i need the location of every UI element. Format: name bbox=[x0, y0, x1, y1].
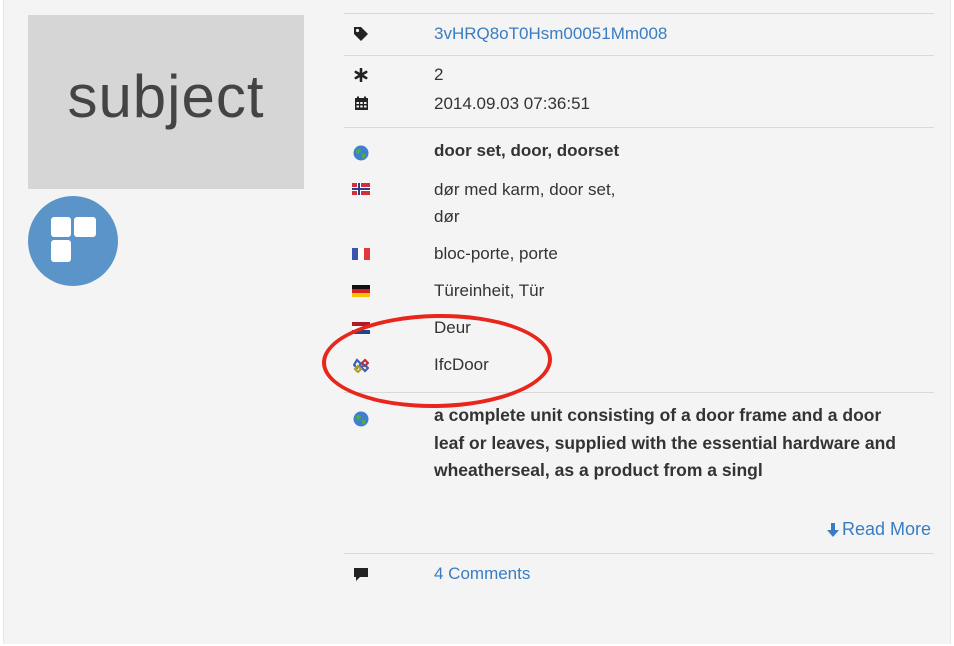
globe-icon bbox=[352, 145, 370, 161]
version-value: 2 bbox=[434, 65, 444, 84]
comment-icon bbox=[352, 566, 370, 582]
name-fr: bloc-porte, porte bbox=[434, 244, 558, 263]
subject-title: subject bbox=[67, 62, 265, 130]
read-more-label: Read More bbox=[841, 519, 931, 539]
divider bbox=[344, 13, 934, 14]
comments-link[interactable]: 4 Comments bbox=[434, 560, 530, 587]
divider bbox=[344, 553, 934, 554]
arrow-down-icon bbox=[826, 522, 839, 537]
name-de: Türeinheit, Tür bbox=[434, 281, 545, 300]
date-value: 2014.09.03 07:36:51 bbox=[434, 94, 590, 113]
name-no-line1: dør med karm, door set, bbox=[434, 180, 616, 199]
flag-france-icon bbox=[352, 246, 370, 262]
flag-norway-icon bbox=[352, 181, 370, 197]
read-more-link[interactable]: Read More bbox=[826, 519, 931, 540]
divider bbox=[344, 55, 934, 56]
concept-type-icon bbox=[28, 196, 118, 286]
tag-icon bbox=[352, 26, 370, 42]
flag-germany-icon bbox=[352, 283, 370, 299]
name-no-line2: dør bbox=[434, 207, 460, 226]
guid-link[interactable]: 3vHRQ8oT0Hsm00051Mm008 bbox=[434, 20, 667, 47]
globe-icon bbox=[352, 411, 370, 427]
subject-thumbnail: subject bbox=[28, 15, 304, 189]
divider bbox=[344, 127, 934, 128]
name-en: door set, door, doorset bbox=[434, 141, 620, 160]
asterisk-icon bbox=[352, 67, 370, 83]
description-text: a complete unit consisting of a door fra… bbox=[434, 405, 896, 480]
calendar-icon bbox=[352, 95, 370, 111]
